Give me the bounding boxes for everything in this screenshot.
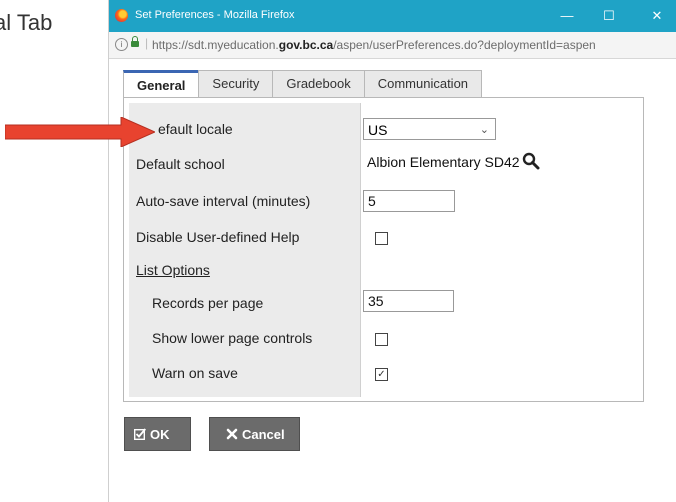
url-separator: | [145, 36, 149, 50]
tab-communication[interactable]: Communication [363, 70, 483, 97]
default-school-value: Albion Elementary SD42 [367, 154, 520, 170]
general-panel: efault locale US ⌄ Default school Albion… [123, 97, 644, 402]
list-options-label[interactable]: List Options [136, 262, 210, 278]
info-icon[interactable]: i [115, 38, 128, 51]
cancel-label: Cancel [242, 427, 285, 442]
cancel-button[interactable]: Cancel [209, 417, 300, 451]
minimize-button[interactable]: — [553, 6, 581, 26]
default-locale-value: US [368, 122, 388, 138]
url-text[interactable]: https://sdt.myeducation.gov.bc.ca/aspen/… [152, 38, 596, 52]
tab-gradebook[interactable]: Gradebook [272, 70, 365, 97]
tab-bar: General Security Gradebook Communication [123, 70, 483, 98]
warn-on-save-checkbox[interactable]: ✓ [375, 368, 388, 381]
x-icon [226, 428, 238, 440]
autosave-label: Auto-save interval (minutes) [136, 193, 311, 209]
url-bar[interactable]: i | https://sdt.myeducation.gov.bc.ca/as… [109, 32, 676, 59]
autosave-input[interactable]: 5 [363, 190, 455, 212]
search-icon[interactable] [522, 152, 540, 170]
annotation-arrow [5, 117, 155, 147]
records-per-page-label: Records per page [152, 295, 264, 311]
url-suffix: /aspen/userPreferences.do?deploymentId=a… [333, 38, 596, 52]
warn-on-save-label: Warn on save [152, 365, 238, 381]
preferences-window: Set Preferences - Mozilla Firefox — ☐ ✕ … [108, 0, 676, 502]
background-text: al Tab [0, 10, 53, 35]
close-button[interactable]: ✕ [643, 6, 671, 26]
default-locale-label: efault locale [158, 121, 233, 137]
ok-label: OK [150, 427, 170, 442]
ok-button[interactable]: OK [124, 417, 191, 451]
check-square-icon [134, 428, 146, 440]
disable-help-checkbox[interactable] [375, 232, 388, 245]
firefox-icon [115, 9, 128, 22]
lock-icon[interactable] [131, 36, 139, 47]
records-per-page-input[interactable]: 35 [363, 290, 454, 312]
tab-security[interactable]: Security [198, 70, 274, 97]
disable-help-label: Disable User-defined Help [136, 229, 300, 245]
tab-general[interactable]: General [123, 70, 200, 98]
show-lower-controls-label: Show lower page controls [152, 330, 313, 346]
default-school-label: Default school [136, 156, 225, 172]
chevron-down-icon: ⌄ [479, 124, 489, 136]
url-prefix: https://sdt.myeducation. [152, 38, 279, 52]
window-title: Set Preferences - Mozilla Firefox [135, 9, 295, 21]
maximize-button[interactable]: ☐ [595, 6, 623, 26]
url-domain: gov.bc.ca [278, 38, 334, 52]
default-locale-select[interactable]: US ⌄ [363, 118, 496, 140]
title-bar: Set Preferences - Mozilla Firefox — ☐ ✕ [109, 0, 676, 32]
label-column [129, 103, 361, 397]
show-lower-controls-checkbox[interactable] [375, 333, 388, 346]
